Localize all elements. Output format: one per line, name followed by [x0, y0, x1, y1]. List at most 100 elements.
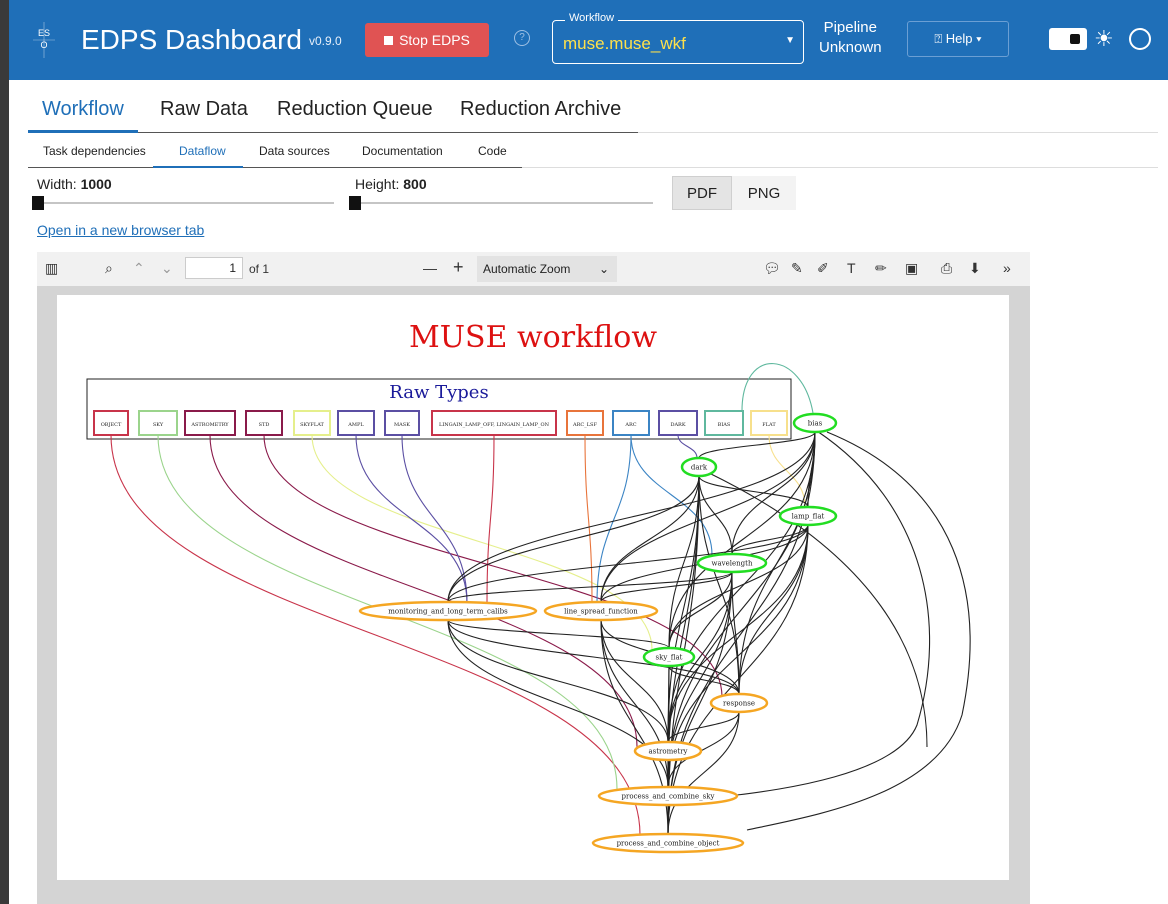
tab-reduction-archive[interactable]: Reduction Archive	[460, 98, 621, 121]
dataflow-edge	[447, 619, 740, 695]
task-label-response: response	[723, 700, 755, 708]
raw-type-label-dark: DARK	[670, 422, 685, 428]
raw-type-label-arc: ARC	[624, 422, 636, 428]
dataflow-edge	[600, 619, 669, 788]
subtab-data-sources[interactable]: Data sources	[259, 144, 330, 158]
raw-type-label-astrometry: ASTROMETRY	[190, 422, 229, 428]
task-label-wavelength: wavelength	[712, 560, 753, 568]
dark-mode-toggle[interactable]	[1049, 28, 1087, 50]
previous-page-icon[interactable]: ⌃	[133, 260, 145, 277]
image-icon[interactable]: ▣	[905, 260, 918, 277]
height-value: 800	[403, 176, 427, 192]
dataflow-edge	[110, 434, 641, 836]
dataflow-edge	[668, 571, 733, 649]
subtabs-divider-extension	[522, 167, 1158, 168]
next-page-icon[interactable]: ⌄	[161, 260, 173, 277]
task-label-lamp-flat: lamp_flat	[792, 513, 825, 521]
height-slider-track[interactable]	[355, 202, 653, 204]
draw-icon[interactable]: ✏	[875, 260, 887, 277]
subtabs-divider	[28, 167, 522, 168]
comment-icon[interactable]: 💬︎	[763, 260, 781, 277]
subtab-code[interactable]: Code	[478, 144, 507, 158]
help-menu-button[interactable]: ⍰ Help ▾	[907, 21, 1009, 57]
active-subtab-indicator	[153, 166, 243, 168]
raw-type-label-skyflat: SKYFLAT	[300, 422, 324, 428]
zoom-value: Automatic Zoom	[483, 262, 571, 276]
task-label-process-and-combine-object: process_and_combine_object	[617, 840, 720, 848]
dataflow-edge	[667, 431, 816, 835]
auto-theme-icon[interactable]	[1129, 28, 1151, 50]
dataflow-edge	[486, 434, 495, 604]
stop-edps-label: Stop EDPS	[399, 32, 470, 48]
save-icon[interactable]: ⬇	[969, 260, 981, 277]
tab-reduction-queue[interactable]: Reduction Queue	[277, 98, 433, 121]
dataflow-edge	[677, 434, 698, 459]
dataflow-edge	[746, 431, 971, 831]
dataflow-edge	[667, 711, 740, 743]
tab-raw-data[interactable]: Raw Data	[160, 98, 248, 121]
zoom-in-icon[interactable]: +	[453, 257, 464, 278]
raw-types-label: Raw Types	[389, 382, 488, 403]
dataflow-edge	[596, 434, 632, 604]
raw-type-label-arc-lsf: ARC_LSF	[572, 422, 597, 428]
workflow-graph: MUSE workflow Raw Types OBJECT SKY ASTROMETR…	[86, 320, 971, 854]
dataflow-edge	[667, 431, 816, 788]
workflow-select[interactable]: Workflow muse.muse_wkf ▼	[552, 12, 804, 64]
tabs-divider-extension	[638, 132, 1158, 133]
task-label-bias: bias	[808, 420, 823, 428]
pipeline-value: Unknown	[819, 39, 882, 56]
pdf-viewer-toolbar: ▥ ⌕ ⌃ ⌄ 1 of 1 — + Automatic Zoom ⌄ 💬︎ ✎ …	[37, 252, 1030, 287]
signature-icon[interactable]: ✎	[791, 260, 803, 277]
dataflow-edge	[584, 434, 593, 604]
tab-workflow[interactable]: Workflow	[42, 98, 124, 121]
pdf-format-button[interactable]: PDF	[672, 176, 732, 210]
version-label: v0.9.0	[309, 34, 342, 48]
dataflow-edge	[447, 619, 670, 649]
text-icon[interactable]: T	[847, 260, 856, 276]
graph-title: MUSE workflow	[409, 320, 657, 355]
print-icon[interactable]: ⎙	[941, 260, 952, 277]
height-slider-thumb[interactable]	[349, 196, 361, 210]
zoom-out-icon[interactable]: —	[423, 260, 437, 276]
eso-logo: ES O	[31, 22, 57, 58]
page-count: of 1	[249, 262, 270, 276]
width-value: 1000	[80, 176, 112, 192]
dataflow-edge	[209, 434, 638, 748]
stop-edps-button[interactable]: Stop EDPS	[365, 23, 489, 57]
stop-icon	[384, 35, 394, 45]
width-slider-track[interactable]	[37, 202, 334, 204]
task-label-sky-flat: sky_flat	[656, 654, 683, 662]
raw-type-label-mask: MASK	[394, 422, 410, 428]
dataflow-edge	[741, 363, 814, 414]
subtab-dataflow[interactable]: Dataflow	[179, 144, 226, 158]
subtab-task-dependencies[interactable]: Task dependencies	[43, 144, 146, 158]
help-circle-icon[interactable]: ?	[514, 30, 530, 46]
raw-type-label-lingain-lamp-off-lingain-lamp-on: LINGAIN_LAMP_OFF, LINGAIN_LAMP_ON	[439, 422, 550, 428]
subtab-documentation[interactable]: Documentation	[362, 144, 443, 158]
raw-type-label-std: STD	[259, 422, 270, 428]
raw-type-label-object: OBJECT	[101, 422, 122, 428]
dataflow-edge	[736, 430, 931, 796]
workflow-legend: Workflow	[565, 12, 619, 24]
find-icon[interactable]: ⌕	[105, 260, 113, 277]
dropdown-arrow-icon: ▼	[785, 35, 795, 46]
more-tools-icon[interactable]: »	[1003, 260, 1011, 276]
page-number-input[interactable]: 1	[185, 257, 243, 279]
top-app-bar: ES O EDPS Dashboard v0.9.0 Stop EDPS ? W…	[9, 0, 1168, 80]
zoom-select[interactable]: Automatic Zoom ⌄	[477, 256, 617, 282]
task-label-line-spread-function: line_spread_function	[564, 608, 638, 616]
width-label: Width: 1000	[37, 176, 112, 192]
raw-type-label-bias: BIAS	[718, 422, 731, 428]
app-title: EDPS Dashboard	[81, 24, 303, 55]
raw-type-label-sky: SKY	[153, 422, 164, 428]
sun-icon[interactable]: ☀	[1094, 26, 1114, 52]
task-label-process-and-combine-sky: process_and_combine_sky	[622, 793, 715, 801]
highlight-icon[interactable]: ✐	[817, 260, 829, 277]
sidebar-toggle-icon[interactable]: ▥	[45, 260, 58, 277]
dataflow-edge	[698, 475, 809, 508]
open-new-tab-link[interactable]: Open in a new browser tab	[37, 222, 204, 238]
dataflow-edge	[600, 571, 733, 603]
task-label-astrometry: astrometry	[648, 748, 687, 756]
width-slider-thumb[interactable]	[32, 196, 44, 210]
png-format-button[interactable]: PNG	[732, 176, 796, 210]
